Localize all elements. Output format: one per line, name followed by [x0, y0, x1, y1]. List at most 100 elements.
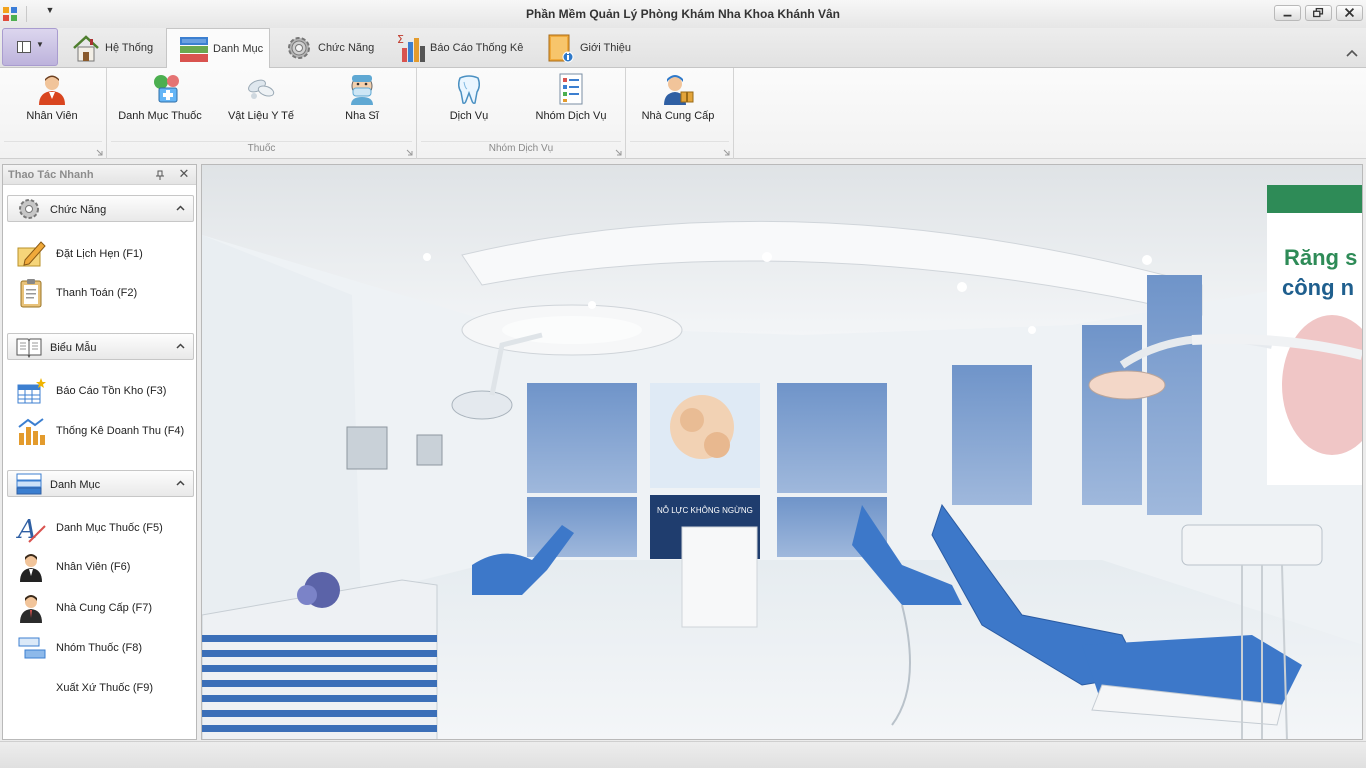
- button-label: Nhóm Dịch Vụ: [535, 110, 607, 122]
- medicine-icon: [154, 75, 179, 103]
- ribbon-group-thuoc: Danh Mục Thuốc Vật Liệu Y Tế Nha Sĩ Thuố…: [107, 68, 417, 159]
- application-menu-button[interactable]: ▼: [2, 28, 58, 66]
- gear-icon: [288, 37, 310, 59]
- tab-label: Hệ Thống: [105, 42, 154, 54]
- employee-icon: [39, 75, 65, 105]
- quick-item-nhom-thuoc[interactable]: Nhóm Thuốc (F8): [13, 632, 193, 664]
- item-label: Thống Kê Doanh Thu (F4): [56, 425, 185, 437]
- close-panel-button[interactable]: ✕: [178, 167, 190, 181]
- quick-item-danh-muc-thuoc[interactable]: A Danh Mục Thuốc (F5): [13, 512, 193, 544]
- nha-si-button[interactable]: Nha Sĩ: [329, 70, 395, 136]
- chevron-up-icon: [176, 480, 185, 486]
- ribbon-tab-bar: ▼ Hệ Thống Danh Mục Chức Năng Σ Báo Cáo …: [0, 28, 1366, 69]
- pin-icon[interactable]: [155, 170, 165, 180]
- button-label: Vật Liệu Y Tế: [227, 110, 295, 122]
- nhan-vien-button[interactable]: Nhân Viên: [14, 70, 90, 136]
- list-icon: [180, 37, 208, 62]
- vat-lieu-y-te-button[interactable]: Vật Liệu Y Tế: [219, 70, 303, 136]
- group-divider: [111, 141, 412, 142]
- book-info-icon: [548, 34, 574, 63]
- clipboard-icon: [20, 279, 42, 308]
- group-divider: [630, 141, 729, 142]
- window-title: Phần Mềm Quản Lý Phòng Khám Nha Khoa Khá…: [525, 7, 841, 21]
- tab-label: Báo Cáo Thống Kê: [430, 42, 524, 54]
- book-icon: [16, 338, 42, 359]
- list-icon: [16, 473, 42, 495]
- group-expand-icon[interactable]: [96, 149, 103, 156]
- button-label: Nhân Viên: [26, 110, 78, 122]
- sign-line-2: công n: [1282, 275, 1354, 300]
- quick-item-nhan-vien[interactable]: Nhân Viên (F6): [13, 551, 193, 583]
- item-label: Nhân Viên (F6): [56, 561, 131, 573]
- businessman-icon: [20, 595, 42, 623]
- tab-chuc-nang[interactable]: Chức Năng: [283, 28, 374, 68]
- app-menu-icon: [17, 41, 31, 53]
- quick-item-thanh-toan[interactable]: Thanh Toán (F2): [13, 277, 193, 309]
- section-bieu-mau[interactable]: Biểu Mẫu: [7, 333, 194, 360]
- item-label: Đặt Lịch Hẹn (F1): [56, 248, 143, 260]
- minimize-icon: [1283, 14, 1292, 17]
- supplier-icon: [664, 75, 694, 105]
- quick-item-bao-cao-ton-kho[interactable]: Báo Cáo Tồn Kho (F3): [13, 375, 193, 407]
- quick-item-nha-cung-cap[interactable]: Nhà Cung Cấp (F7): [13, 592, 193, 624]
- dich-vu-button[interactable]: Dịch Vụ: [437, 70, 501, 136]
- quick-item-thong-ke-doanh-thu[interactable]: Thống Kê Doanh Thu (F4): [13, 415, 193, 447]
- nha-cung-cap-button[interactable]: Nhà Cung Cấp: [636, 70, 720, 136]
- close-button[interactable]: [1336, 5, 1363, 21]
- clinic-interior-illustration: NỖ LỰC KHÔNG NGỪNG Răng s công n: [202, 165, 1362, 739]
- tab-bao-cao-thong-ke[interactable]: Σ Báo Cáo Thống Kê: [395, 28, 523, 68]
- tooth-icon: [457, 75, 481, 104]
- close-icon: [1344, 8, 1355, 18]
- chevron-up-icon: [176, 205, 185, 211]
- title-bar: ▼ Phần Mềm Quản Lý Phòng Khám Nha Khoa K…: [0, 0, 1366, 28]
- section-label: Biểu Mẫu: [50, 342, 97, 354]
- minimize-button[interactable]: [1274, 5, 1301, 21]
- tab-danh-muc[interactable]: Danh Mục: [166, 28, 271, 69]
- tab-he-thong[interactable]: Hệ Thống: [70, 28, 153, 68]
- nhom-dich-vu-button[interactable]: Nhóm Dịch Vụ: [531, 70, 611, 136]
- chevron-up-icon: [176, 343, 185, 349]
- employee-icon: [20, 554, 42, 582]
- table-star-icon: [17, 378, 46, 404]
- group-expand-icon[interactable]: [723, 149, 730, 156]
- bar-chart-icon: [18, 418, 45, 445]
- button-label: Dịch Vụ: [449, 110, 489, 122]
- section-danh-muc[interactable]: Danh Mục: [7, 470, 194, 497]
- group-divider: [4, 141, 102, 142]
- sign-line-1: Răng s: [1284, 245, 1357, 270]
- dentist-icon: [351, 75, 373, 105]
- item-label: Danh Mục Thuốc (F5): [56, 522, 163, 534]
- quick-item-dat-lich-hen[interactable]: Đặt Lịch Hẹn (F1): [13, 238, 193, 270]
- ribbon-group-nha-cung-cap: Nhà Cung Cấp: [626, 68, 734, 159]
- tab-gioi-thieu[interactable]: Giới Thiệu: [545, 28, 631, 68]
- bar-chart-sigma-icon: Σ: [397, 33, 425, 62]
- svg-text:A: A: [16, 515, 37, 544]
- pencil-note-icon: [17, 241, 46, 267]
- restore-icon: [1313, 7, 1324, 18]
- item-label: Xuất Xứ Thuốc (F9): [56, 682, 154, 694]
- svg-text:Σ: Σ: [397, 33, 404, 46]
- tab-label: Danh Mục: [213, 43, 264, 55]
- danh-muc-thuoc-button[interactable]: Danh Mục Thuốc: [115, 70, 205, 136]
- button-label: Nhà Cung Cấp: [641, 110, 715, 122]
- group-expand-icon[interactable]: [615, 149, 622, 156]
- quick-item-xuat-xu-thuoc[interactable]: Xuất Xứ Thuốc (F9): [13, 672, 193, 704]
- group-caption: Thuốc: [247, 143, 276, 154]
- section-label: Chức Năng: [50, 204, 107, 216]
- ribbon-group-nhom-dich-vu: Dịch Vụ Nhóm Dịch Vụ Nhóm Dịch Vụ: [417, 68, 626, 159]
- section-chuc-nang[interactable]: Chức Năng: [7, 195, 194, 222]
- collapse-ribbon-icon[interactable]: [1345, 48, 1359, 58]
- house-icon: [73, 35, 99, 62]
- status-bar: [0, 741, 1366, 768]
- item-label: Nhà Cung Cấp (F7): [56, 602, 152, 614]
- group-expand-icon[interactable]: [406, 149, 413, 156]
- tab-label: Chức Năng: [318, 42, 375, 54]
- poster-text: NỖ LỰC KHÔNG NGỪNG: [657, 506, 753, 515]
- text-edit-icon: A: [16, 515, 46, 544]
- ribbon-panel: Nhân Viên Danh Mục Thuốc Vật Liệu Y Tế N…: [0, 68, 1366, 159]
- button-label: Nha Sĩ: [345, 110, 379, 122]
- clinic-photo: NỖ LỰC KHÔNG NGỪNG Răng s công n: [201, 164, 1363, 740]
- restore-button[interactable]: [1305, 5, 1332, 21]
- quick-actions-panel: Thao Tác Nhanh ✕ Chức Năng Đặt Lịch Hẹn …: [2, 164, 197, 740]
- tab-label: Giới Thiệu: [580, 42, 632, 54]
